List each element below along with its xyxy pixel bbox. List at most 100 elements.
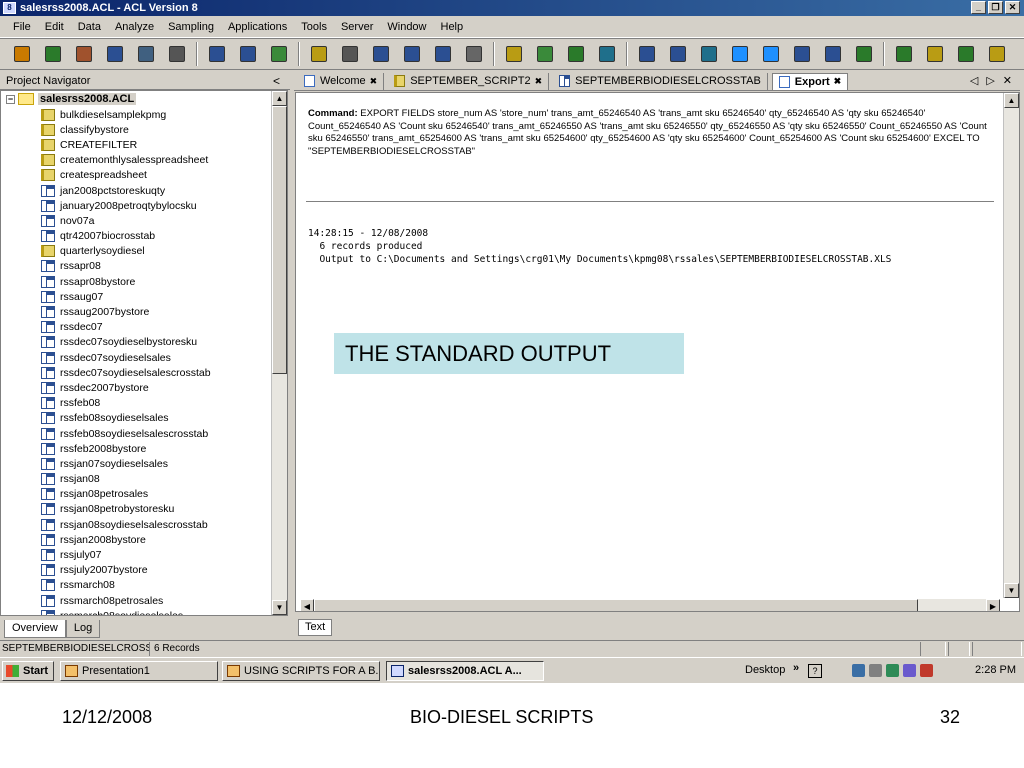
link-icon[interactable] bbox=[852, 42, 876, 66]
view-icon[interactable] bbox=[236, 42, 260, 66]
task-presentation1[interactable]: Presentation1 bbox=[60, 661, 218, 681]
settings-icon[interactable] bbox=[869, 664, 882, 677]
tree-item[interactable]: nov07a bbox=[41, 213, 211, 228]
content-hscrollbar[interactable]: ◀ ▶ bbox=[300, 599, 1000, 611]
refresh-icon[interactable] bbox=[205, 42, 229, 66]
menu-help[interactable]: Help bbox=[434, 21, 471, 33]
tree-item[interactable]: createmonthlysalesspreadsheet bbox=[41, 153, 211, 168]
columns-icon[interactable] bbox=[666, 42, 690, 66]
content-vscrollbar[interactable]: ▲ ▼ bbox=[1003, 93, 1019, 598]
layout-icon[interactable] bbox=[635, 42, 659, 66]
close-tab-icon[interactable]: ✖ bbox=[834, 76, 842, 87]
tab-export[interactable]: Export ✖ bbox=[771, 72, 849, 90]
script-icon[interactable] bbox=[307, 42, 331, 66]
tree-item[interactable]: rssdec07soydieselbystoresku bbox=[41, 335, 211, 350]
tree-item[interactable]: rssfeb08 bbox=[41, 396, 211, 411]
next-tab-icon[interactable]: ▷ bbox=[986, 74, 994, 87]
help-icon[interactable]: ? bbox=[808, 664, 822, 678]
close-button[interactable]: ✕ bbox=[1005, 1, 1020, 14]
tab-september-crosstab[interactable]: SEPTEMBERBIODIESELCROSSTAB bbox=[553, 72, 768, 90]
scroll-thumb[interactable] bbox=[272, 106, 287, 374]
task-acl[interactable]: salesrss2008.ACL A... bbox=[386, 661, 544, 681]
expand-toolbar-icon[interactable]: » bbox=[793, 659, 799, 677]
apps-icon[interactable] bbox=[954, 42, 978, 66]
tree-item[interactable]: rssjan07soydieselsales bbox=[41, 456, 211, 471]
tree-item[interactable]: rssjuly07 bbox=[41, 547, 211, 562]
stratify-icon[interactable] bbox=[533, 42, 557, 66]
tree-root[interactable]: − salesrss2008.ACL bbox=[6, 92, 137, 106]
menu-applications[interactable]: Applications bbox=[221, 21, 294, 33]
menu-file[interactable]: File bbox=[6, 21, 38, 33]
age-icon[interactable] bbox=[790, 42, 814, 66]
tree-item[interactable]: rssdec07soydieselsalescrosstab bbox=[41, 365, 211, 380]
export-icon[interactable] bbox=[697, 42, 721, 66]
tree-item[interactable]: rssjan08petrobystoresku bbox=[41, 502, 211, 517]
summarize-icon[interactable] bbox=[923, 42, 947, 66]
edit-icon[interactable] bbox=[72, 42, 96, 66]
start-button[interactable]: Start bbox=[2, 661, 54, 681]
scroll-up-button[interactable]: ▲ bbox=[1004, 93, 1019, 108]
tree-item[interactable]: quarterlysoydiesel bbox=[41, 244, 211, 259]
add-column-icon[interactable] bbox=[369, 42, 393, 66]
tab-log[interactable]: Log bbox=[65, 620, 101, 638]
minimize-button[interactable]: _ bbox=[971, 1, 986, 14]
total-icon[interactable] bbox=[564, 42, 588, 66]
help-icon[interactable] bbox=[985, 42, 1009, 66]
scroll-up-button[interactable]: ▲ bbox=[272, 91, 287, 106]
security-icon[interactable] bbox=[920, 664, 933, 677]
open-table-icon[interactable] bbox=[41, 42, 65, 66]
tree-item[interactable]: january2008petroqtybylocsku bbox=[41, 198, 211, 213]
scroll-down-button[interactable]: ▼ bbox=[272, 600, 287, 615]
tree-item[interactable]: rssfeb2008bystore bbox=[41, 441, 211, 456]
duplicates-icon[interactable] bbox=[821, 42, 845, 66]
search-text-icon[interactable] bbox=[462, 42, 486, 66]
tree-item[interactable]: createspreadsheet bbox=[41, 168, 211, 183]
sort-icon[interactable] bbox=[759, 42, 783, 66]
task-using-scripts[interactable]: USING SCRIPTS FOR A B... bbox=[222, 661, 380, 681]
menu-tools[interactable]: Tools bbox=[294, 21, 334, 33]
tree-item[interactable]: rssdec2007bystore bbox=[41, 380, 211, 395]
hscroll-thumb[interactable] bbox=[314, 599, 918, 611]
tree-item[interactable]: rssapr08bystore bbox=[41, 274, 211, 289]
tree-item[interactable]: rssaug07 bbox=[41, 289, 211, 304]
previous-tab-icon[interactable]: ◁ bbox=[970, 74, 978, 87]
tree-item[interactable]: bulkdieselsamplekpmg bbox=[41, 107, 211, 122]
save-icon[interactable] bbox=[103, 42, 127, 66]
tree-item[interactable]: rssdec07 bbox=[41, 320, 211, 335]
verify-icon[interactable] bbox=[502, 42, 526, 66]
open-project-icon[interactable] bbox=[10, 42, 34, 66]
tree-item[interactable]: rssjan08 bbox=[41, 472, 211, 487]
tree-item[interactable]: rssapr08 bbox=[41, 259, 211, 274]
edit-script-icon[interactable] bbox=[338, 42, 362, 66]
collapse-node-icon[interactable]: − bbox=[6, 94, 15, 104]
text-view-button[interactable]: Text bbox=[298, 619, 333, 636]
tree-item[interactable]: rssjan08soydieselsalescrosstab bbox=[41, 517, 211, 532]
close-tab-icon[interactable]: ✖ bbox=[535, 76, 543, 87]
tree-item[interactable]: rssmarch08 bbox=[41, 578, 211, 593]
restore-button[interactable]: ❐ bbox=[988, 1, 1003, 14]
tree-item[interactable]: rssjuly2007bystore bbox=[41, 563, 211, 578]
collapse-navigator-button[interactable]: < bbox=[273, 72, 280, 90]
menu-edit[interactable]: Edit bbox=[38, 21, 71, 33]
acl-app-icon[interactable]: 8 bbox=[3, 2, 16, 14]
remove-column-icon[interactable] bbox=[431, 42, 455, 66]
tree-item[interactable]: rssjan2008bystore bbox=[41, 532, 211, 547]
tree-item[interactable]: CREATEFILTER bbox=[41, 137, 211, 152]
tree-item[interactable]: rssmarch08petrosales bbox=[41, 593, 211, 608]
scroll-down-button[interactable]: ▼ bbox=[1004, 583, 1019, 598]
antivirus-icon[interactable] bbox=[886, 664, 899, 677]
desktop-toolbar-label[interactable]: Desktop bbox=[745, 661, 785, 679]
tab-welcome[interactable]: Welcome ✖ bbox=[298, 72, 385, 90]
tree-item[interactable]: rssaug2007bystore bbox=[41, 304, 211, 319]
menu-sampling[interactable]: Sampling bbox=[161, 21, 221, 33]
menu-analyze[interactable]: Analyze bbox=[108, 21, 161, 33]
tree-item[interactable]: rssdec07soydieselsales bbox=[41, 350, 211, 365]
menu-server[interactable]: Server bbox=[334, 21, 380, 33]
tree-item[interactable]: rssmarch08soydieselsales bbox=[41, 608, 211, 615]
tree-scrollbar[interactable]: ▲ ▼ bbox=[271, 91, 287, 615]
scroll-right-button[interactable]: ▶ bbox=[986, 599, 1000, 611]
edit-column-icon[interactable] bbox=[400, 42, 424, 66]
tab-september-script2[interactable]: SEPTEMBER_SCRIPT2 ✖ bbox=[388, 72, 550, 90]
tree-item[interactable]: rssjan08petrosales bbox=[41, 487, 211, 502]
tree-item[interactable]: rssfeb08soydieselsales bbox=[41, 411, 211, 426]
